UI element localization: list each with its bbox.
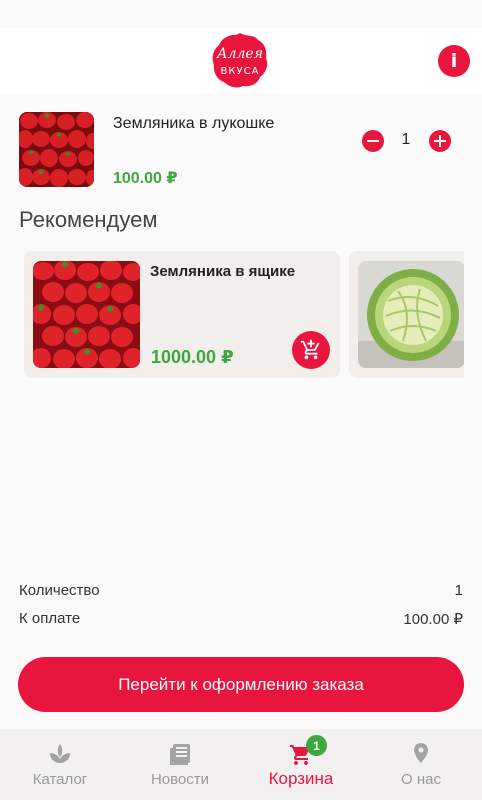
nav-item-cart[interactable]: 1 Корзина: [241, 729, 361, 800]
recommended-product-price: 1000.00 ₽: [151, 347, 234, 367]
nav-item-about[interactable]: О нас: [361, 729, 481, 800]
product-image[interactable]: [19, 112, 94, 187]
nav-label: Каталог: [32, 771, 88, 788]
status-bar: [0, 0, 482, 28]
recommended-card[interactable]: Земляника в ящике 1000.00 ₽: [24, 251, 340, 378]
nav-item-catalog[interactable]: Каталог: [0, 729, 120, 800]
news-icon: [170, 744, 190, 765]
nav-item-news[interactable]: Новости: [120, 729, 240, 800]
leaf-icon: [50, 744, 70, 763]
recommended-product-image[interactable]: [358, 261, 464, 368]
nav-label: О нас: [401, 771, 441, 788]
location-pin-icon: [414, 743, 428, 763]
brand-logo[interactable]: Аллея ВКУСА: [210, 31, 270, 89]
increase-quantity-button[interactable]: [429, 130, 451, 152]
recommended-card[interactable]: [349, 251, 464, 378]
summary-quantity-value: 1: [454, 582, 463, 599]
add-to-cart-button[interactable]: [292, 331, 330, 369]
summary-total-label: К оплате: [19, 610, 81, 627]
cart-item-name: Земляника в лукошке: [113, 115, 275, 132]
summary-total-value: 100.00 ₽: [403, 611, 463, 628]
nav-label: Корзина: [268, 769, 334, 788]
decrease-quantity-button[interactable]: [362, 130, 384, 152]
summary-quantity-row: Количество 1: [19, 582, 463, 599]
logo-text-bottom: ВКУСА: [221, 66, 260, 77]
summary-total-row: К оплате 100.00 ₽: [19, 610, 463, 628]
nav-label: Новости: [150, 771, 210, 788]
info-button[interactable]: i: [438, 45, 470, 77]
cart-item-price: 100.00 ₽: [113, 170, 178, 187]
recommended-product-image[interactable]: [33, 261, 140, 368]
recommended-title: Рекомендуем: [19, 207, 158, 232]
logo-text-top: Аллея: [216, 46, 263, 62]
app-header: Аллея ВКУСА i: [0, 28, 482, 93]
info-icon: i: [450, 50, 458, 72]
cart-count-badge: 1: [306, 735, 327, 756]
recommended-carousel[interactable]: Земляника в ящике 1000.00 ₽: [0, 251, 464, 380]
cart-item: Земляника в лукошке 100.00 ₽ 1: [0, 100, 482, 195]
checkout-button[interactable]: Перейти к оформлению заказа: [18, 657, 464, 712]
recommended-product-name: Земляника в ящике: [150, 263, 296, 280]
quantity-value: 1: [401, 131, 411, 148]
add-to-cart-icon: [300, 339, 320, 360]
bottom-navigation: Каталог Новости 1 Корзина О нас: [0, 729, 482, 800]
summary-quantity-label: Количество: [19, 582, 100, 599]
